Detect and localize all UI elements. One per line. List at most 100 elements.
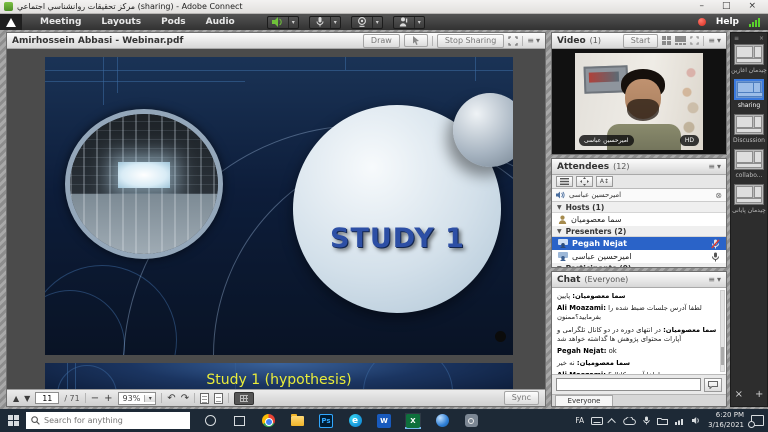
close-icon[interactable]: × xyxy=(748,0,756,13)
collapse-icon[interactable]: ▼ xyxy=(557,204,562,211)
layout-thumbnail[interactable] xyxy=(734,149,764,170)
speaker-button[interactable]: ▾ xyxy=(267,16,299,29)
pointer-button[interactable] xyxy=(404,34,428,47)
attendee-list-view-button[interactable] xyxy=(556,176,573,187)
tray-folder-icon[interactable] xyxy=(657,417,668,425)
filmstrip-view-icon[interactable] xyxy=(675,36,686,45)
webcam-dropdown-icon[interactable]: ▾ xyxy=(372,17,382,28)
excel-icon-active[interactable]: X xyxy=(405,413,421,429)
volume-icon[interactable] xyxy=(692,416,701,425)
draw-button[interactable]: Draw xyxy=(363,34,400,48)
adobe-logo-icon[interactable] xyxy=(0,14,22,30)
start-webcam-button[interactable]: Start xyxy=(623,34,659,48)
onedrive-cloud-icon[interactable] xyxy=(623,417,636,425)
chat-tab-everyone[interactable]: Everyone xyxy=(555,395,613,406)
file-explorer-icon[interactable] xyxy=(289,413,305,429)
share-fullscreen-icon[interactable] xyxy=(508,36,518,46)
chat-scrollbar-thumb[interactable] xyxy=(721,347,724,365)
taskbar-clock[interactable]: 6:20 PM 3/16/2021 xyxy=(708,411,744,429)
sync-button[interactable]: Sync xyxy=(504,391,539,405)
video-fullscreen-icon[interactable] xyxy=(690,36,699,45)
chat-input[interactable] xyxy=(556,378,701,391)
layout-thumbnail[interactable] xyxy=(734,184,764,205)
page-number-input[interactable] xyxy=(35,392,59,404)
fit-width-icon[interactable] xyxy=(214,393,223,404)
layout-thumbnail[interactable] xyxy=(734,44,764,65)
maximize-icon[interactable]: □ xyxy=(722,0,731,13)
collapse-icon[interactable]: ▼ xyxy=(557,228,562,235)
word-icon[interactable]: W xyxy=(376,413,392,429)
group-participants[interactable]: ▼ Participants (9) xyxy=(552,263,726,268)
photoshop-icon[interactable]: Ps xyxy=(318,413,334,429)
page-down-icon[interactable]: ▼ xyxy=(24,391,30,406)
layout-thumbnail[interactable] xyxy=(734,114,764,135)
taskbar-search[interactable] xyxy=(26,412,190,429)
minimize-icon[interactable]: – xyxy=(699,0,704,13)
video-pod-menu-icon[interactable]: ≡▾ xyxy=(708,36,721,45)
zoom-level-select[interactable]: 93% ▾ xyxy=(118,392,157,405)
attendee-row-host[interactable]: سما معصومیان xyxy=(552,213,726,226)
layout-item-collaboration[interactable]: collabo... xyxy=(734,149,764,179)
fit-page-icon[interactable] xyxy=(200,393,209,404)
help-menu[interactable]: Help xyxy=(716,17,739,27)
language-indicator[interactable]: FA xyxy=(575,416,584,425)
start-button[interactable] xyxy=(0,409,26,432)
layout-item-closing[interactable]: چیدمان پایانی xyxy=(732,184,766,214)
layouts-panel-menu-icon[interactable]: ≡ xyxy=(734,35,739,42)
group-presenters[interactable]: ▼ Presenters (2) xyxy=(552,226,726,237)
group-hosts[interactable]: ▼ Hosts (1) xyxy=(552,202,726,213)
collapse-icon[interactable]: ▼ xyxy=(557,265,562,269)
speaker-dropdown-icon[interactable]: ▾ xyxy=(288,17,298,28)
microphone-button[interactable]: ▾ xyxy=(309,16,341,29)
status-dropdown-icon[interactable]: ▾ xyxy=(414,17,424,28)
zoom-dropdown-icon[interactable]: ▾ xyxy=(144,395,155,402)
layout-item-discussion[interactable]: Discussion xyxy=(733,114,765,144)
dismiss-speaker-icon[interactable]: ⊗ xyxy=(715,191,722,200)
keyboard-icon[interactable] xyxy=(591,417,603,425)
rotate-left-icon[interactable]: ↶ xyxy=(167,391,175,406)
chat-message-list[interactable]: سما معصومیان: پایین Ali Moazami: لطفا آد… xyxy=(552,288,726,375)
share-pod-menu-icon[interactable]: ≡▾ xyxy=(527,36,540,45)
network-icon[interactable] xyxy=(675,417,685,425)
send-message-button[interactable] xyxy=(704,378,722,392)
webcam-feed[interactable]: امیرحسین عباسی HD xyxy=(575,53,703,150)
connection-signal-icon[interactable] xyxy=(749,17,760,27)
thumbnail-view-button[interactable] xyxy=(234,392,254,405)
attendee-row-presenter[interactable]: امیرحسین عباسی xyxy=(552,250,726,263)
layouts-panel-close-icon[interactable]: × xyxy=(759,35,764,42)
stop-sharing-button[interactable]: Stop Sharing xyxy=(437,34,504,48)
menu-pods[interactable]: Pods xyxy=(151,14,196,30)
tray-mic-icon[interactable] xyxy=(643,416,650,425)
chat-scrollbar[interactable] xyxy=(720,290,725,372)
delete-layout-icon[interactable]: × xyxy=(735,389,743,400)
zoom-in-icon[interactable]: + xyxy=(104,391,112,406)
rotate-right-icon[interactable]: ↷ xyxy=(181,391,189,406)
share-document-viewport[interactable]: STUDY 1 Study 1 (hypothesis) xyxy=(7,49,545,389)
status-button[interactable]: ▾ xyxy=(393,16,425,29)
recording-indicator-icon[interactable] xyxy=(698,18,706,26)
grid-view-icon[interactable] xyxy=(662,36,671,45)
layout-item-opening[interactable]: چیدمان آغازین xyxy=(731,44,767,74)
search-input[interactable] xyxy=(44,416,164,425)
edge-icon[interactable]: e xyxy=(347,413,363,429)
layout-thumbnail[interactable] xyxy=(734,79,764,100)
menu-meeting[interactable]: Meeting xyxy=(30,14,91,30)
tray-overflow-icon[interactable] xyxy=(607,418,615,426)
menu-layouts[interactable]: Layouts xyxy=(91,14,151,30)
page-up-icon[interactable]: ▲ xyxy=(13,391,19,406)
attendee-breakout-view-button[interactable] xyxy=(576,176,593,187)
zoom-out-icon[interactable]: − xyxy=(91,391,99,406)
attendees-pod-menu-icon[interactable]: ≡▾ xyxy=(708,162,721,171)
settings-app-icon[interactable] xyxy=(463,413,479,429)
cortana-icon[interactable] xyxy=(202,413,218,429)
menu-audio[interactable]: Audio xyxy=(196,14,245,30)
add-layout-icon[interactable]: + xyxy=(755,389,763,400)
attendee-status-view-button[interactable]: A↕ xyxy=(596,176,613,187)
microphone-dropdown-icon[interactable]: ▾ xyxy=(330,17,340,28)
action-center-icon[interactable] xyxy=(751,415,764,426)
adobe-connect-app-icon[interactable] xyxy=(434,413,450,429)
layout-item-sharing-selected[interactable]: sharing xyxy=(734,79,764,109)
attendee-row-presenter-selected[interactable]: Pegah Nejat xyxy=(552,237,726,250)
webcam-button[interactable]: ▾ xyxy=(351,16,383,29)
chat-pod-menu-icon[interactable]: ≡▾ xyxy=(708,275,721,284)
